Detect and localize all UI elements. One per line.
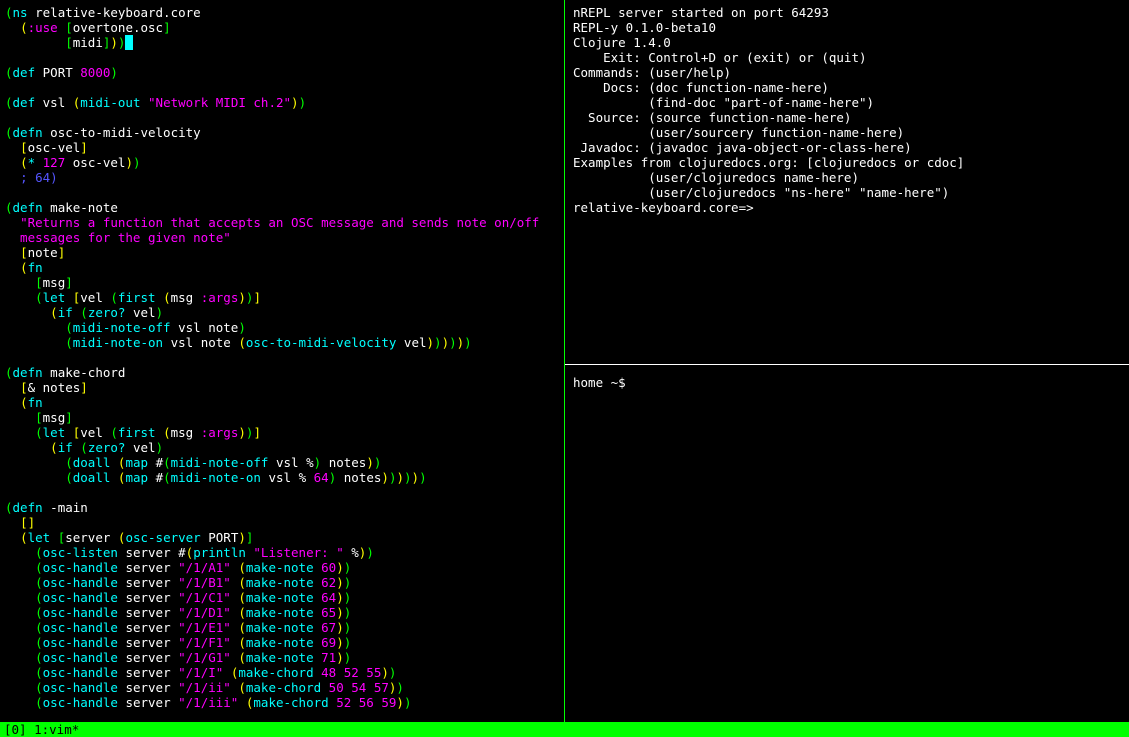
source-code: (ns relative-keyboard.core (:use [overto… (5, 5, 564, 710)
repl-output: nREPL server started on port 64293 REPL-… (573, 5, 1129, 215)
editor-pane[interactable]: (ns relative-keyboard.core (:use [overto… (0, 0, 565, 722)
repl-pane[interactable]: nREPL server started on port 64293 REPL-… (565, 0, 1129, 365)
shell-pane[interactable]: home ~$ (565, 365, 1129, 722)
shell-prompt: home ~$ (573, 375, 1129, 390)
right-pane: nREPL server started on port 64293 REPL-… (565, 0, 1129, 722)
tmux-status-bar: [0] 1:vim* (0, 722, 1129, 737)
status-text: [0] 1:vim* (4, 722, 79, 737)
tmux-split: (ns relative-keyboard.core (:use [overto… (0, 0, 1129, 722)
osc-handle-lines: (osc-handle server "/1/A1" (make-note 60… (5, 560, 411, 710)
